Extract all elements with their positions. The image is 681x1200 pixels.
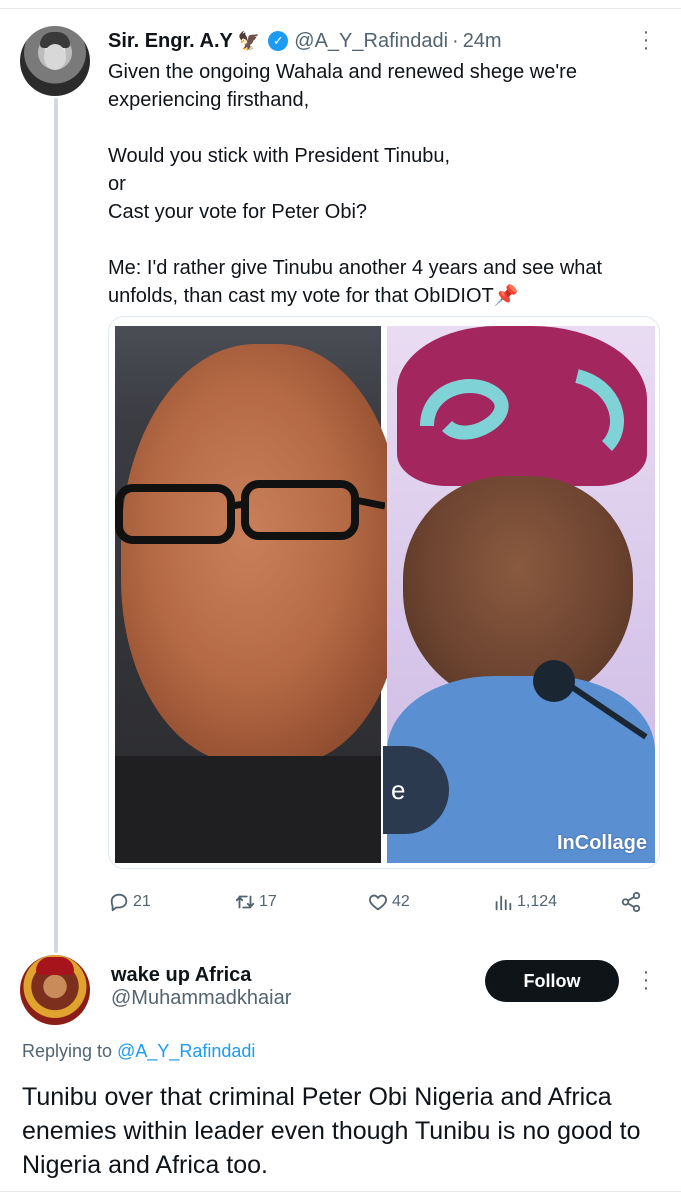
reply-button[interactable]: 21 [108, 886, 151, 918]
bottom-divider [0, 1191, 681, 1192]
replying-prefix: Replying to [22, 1041, 118, 1061]
views-button[interactable]: 1,124 [492, 886, 557, 918]
author-name[interactable]: Sir. Engr. A.Y [108, 30, 233, 53]
cap-pattern-shape [420, 369, 624, 451]
heart-icon [369, 894, 387, 911]
author-handle[interactable]: @A_Y_Rafindadi [294, 30, 448, 53]
photo-left-shirt [115, 756, 381, 863]
reply-icon [110, 893, 128, 912]
tweet-media-collage[interactable]: e InCollage [108, 316, 660, 869]
photo-left-face [121, 344, 401, 764]
reply-body: Tunibu over that criminal Peter Obi Nige… [22, 1083, 641, 1179]
avatar-beret [36, 957, 74, 975]
verified-badge-icon: ✓ [268, 31, 289, 51]
share-icon [621, 891, 641, 913]
retweet-button[interactable]: 17 [234, 886, 277, 918]
collage-photo-left[interactable] [115, 326, 401, 863]
thread-connector-line [54, 98, 58, 953]
tweet-paragraph-1: Given the ongoing Wahala and renewed she… [108, 61, 577, 111]
share-button[interactable] [620, 886, 645, 918]
tweet-body: Given the ongoing Wahala and renewed she… [108, 58, 668, 310]
avatar-face [44, 44, 66, 70]
views-count: 1,124 [517, 893, 558, 910]
author-emoji: 🦅 [237, 30, 261, 51]
microphone [533, 660, 575, 702]
top-divider [0, 8, 681, 9]
reply-author-name[interactable]: wake up Africa [111, 961, 251, 989]
like-button[interactable]: 42 [367, 886, 410, 918]
collage-photo-right[interactable]: e InCollage [383, 326, 655, 863]
retweet-icon [235, 895, 255, 909]
tweet-paragraph-3: Me: I'd rather give Tinubu another 4 yea… [108, 257, 603, 307]
views-chart-icon [495, 895, 512, 911]
reply-count: 21 [133, 893, 151, 910]
like-count: 42 [392, 893, 410, 910]
tweet-header: Sir. Engr. A.Y 🦅 ✓ @A_Y_Rafindadi · 24m [108, 28, 502, 54]
tweet-actions-bar: 21 17 42 1,124 [108, 886, 652, 918]
separator-dot: · [452, 29, 459, 52]
glasses-shape [115, 480, 385, 544]
tweet-paragraph-2: Would you stick with President Tinubu, o… [108, 145, 451, 223]
media-watermark: InCollage [556, 832, 647, 854]
follow-button[interactable]: Follow [485, 960, 619, 1002]
more-vertical-icon[interactable]: · · · [638, 962, 654, 998]
photo-right-face [403, 476, 633, 706]
tweet-time[interactable]: 24m [463, 30, 502, 53]
replying-mention-link[interactable]: @A_Y_Rafindadi [117, 1041, 255, 1061]
author-avatar[interactable] [20, 26, 90, 96]
reply-author-avatar[interactable] [20, 955, 90, 1025]
replying-to-line: Replying to @A_Y_Rafindadi [22, 1041, 255, 1065]
retweet-count: 17 [259, 893, 277, 910]
more-vertical-icon[interactable]: · · · [638, 22, 654, 58]
reply-author-handle[interactable]: @Muhammadkhaiar [111, 987, 291, 1013]
